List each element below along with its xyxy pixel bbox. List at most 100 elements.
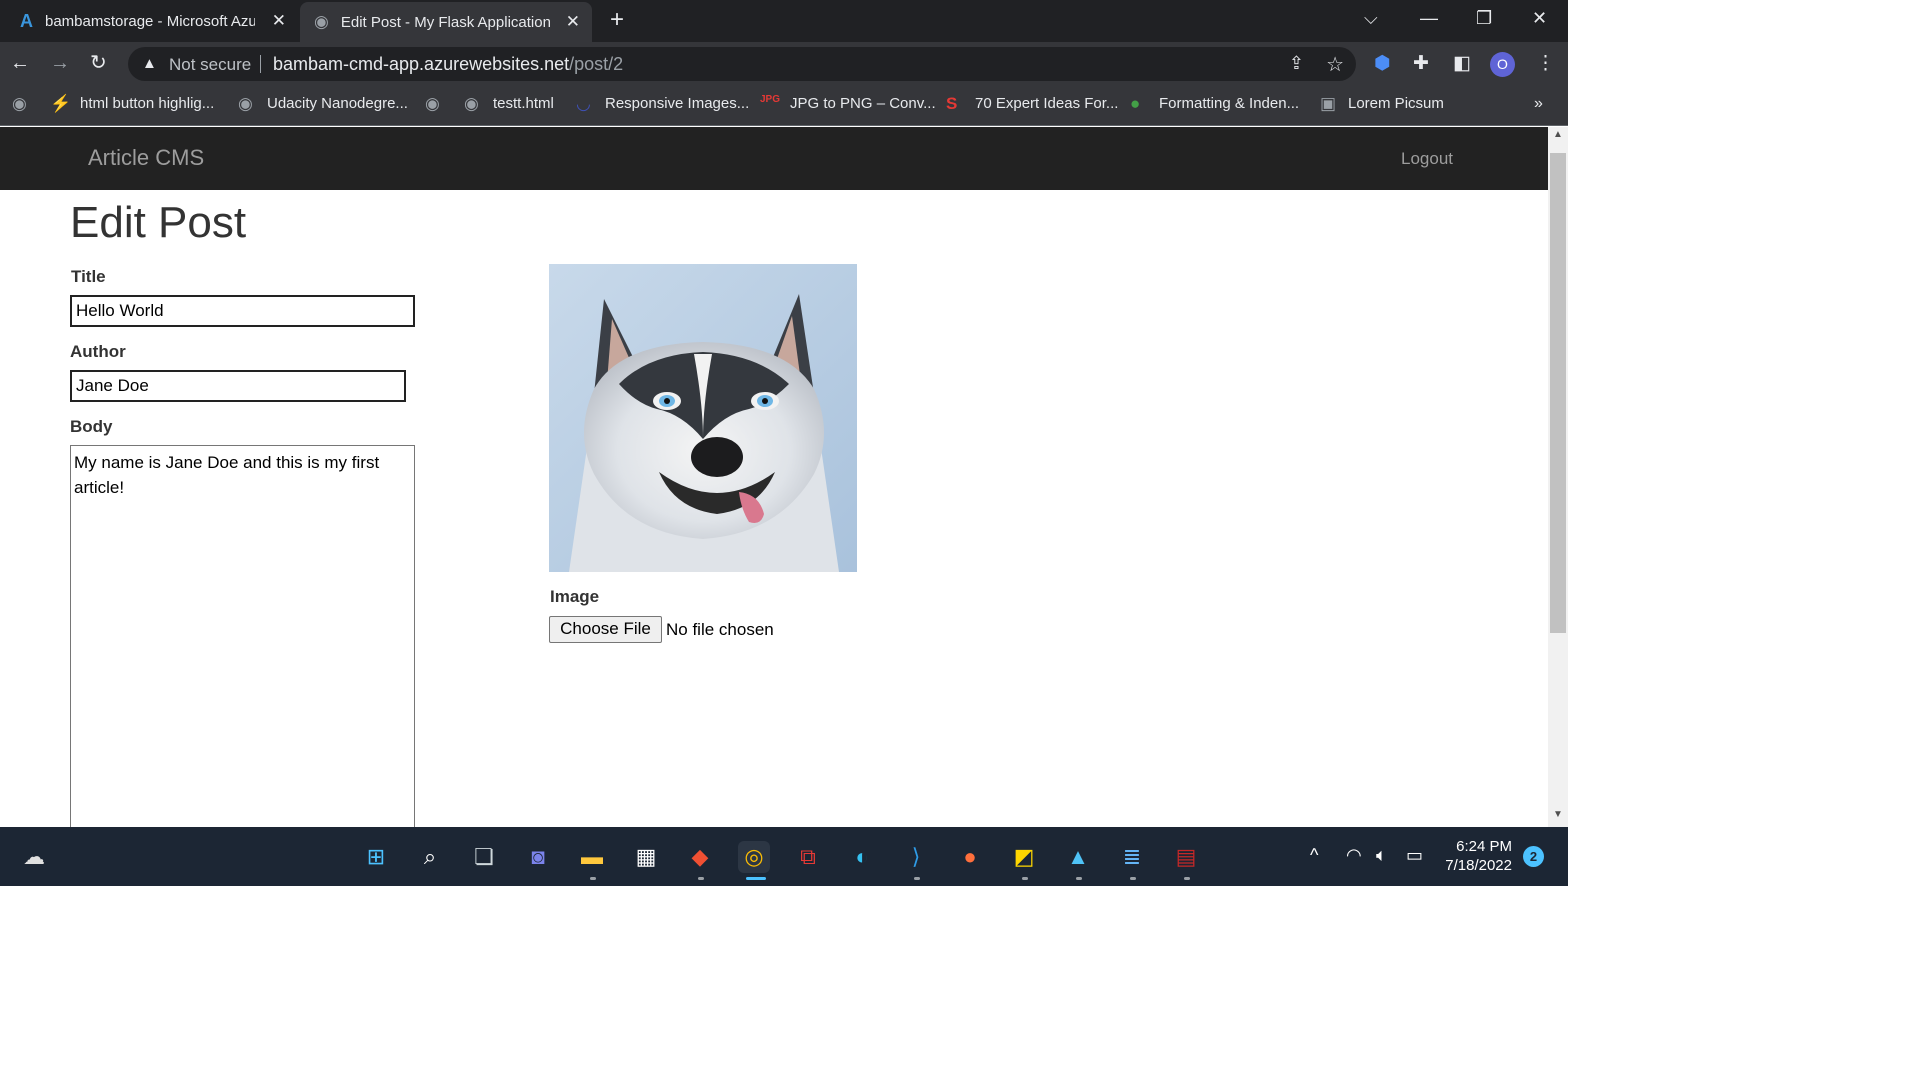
windows-taskbar: ☁ ⊞ ⌕ ❏ ◙ ▬ ▦ ◆ ◎ ⧉ ◐ ⟩ ● ◩ ▲ ≣ ▤ ^ ◠ 🔈︎… <box>0 827 1568 886</box>
battery-icon[interactable]: ▭ <box>1406 845 1423 866</box>
profile-avatar[interactable]: O <box>1490 52 1515 77</box>
globe-icon: ◉ <box>464 94 479 113</box>
bookmark-favicon-icon: ⚡ <box>50 94 72 113</box>
sticky-notes-icon[interactable]: ◩ <box>1008 841 1040 873</box>
tab-search-icon[interactable]: ⌵ <box>1364 8 1378 29</box>
search-icon[interactable]: ⌕ <box>414 841 446 873</box>
running-indicator <box>698 877 704 880</box>
scroll-up-icon[interactable]: ▲ <box>1553 129 1563 140</box>
body-textarea[interactable]: My name is Jane Doe and this is my first… <box>70 445 415 835</box>
close-tab-icon[interactable]: ✕ <box>566 12 580 32</box>
author-input[interactable] <box>70 370 406 402</box>
side-panel-icon[interactable]: ◧ <box>1453 52 1471 75</box>
start-windows-icon[interactable]: ⊞ <box>360 841 392 873</box>
app-navbar: Article CMS Logout <box>0 127 1548 190</box>
restore-button[interactable]: ❐ <box>1476 8 1492 29</box>
share-icon[interactable]: ⇪ <box>1289 53 1304 74</box>
back-button[interactable]: ← <box>10 52 30 74</box>
reload-button[interactable]: ↻ <box>90 52 107 74</box>
tab-title: Edit Post - My Flask Application <box>340 13 551 31</box>
edge-icon[interactable]: ◐ <box>846 841 878 873</box>
choose-file-button[interactable]: Choose File <box>549 616 662 643</box>
scroll-down-icon[interactable]: ▼ <box>1553 809 1563 820</box>
minimize-button[interactable]: — <box>1420 8 1438 29</box>
scroll-thumb[interactable] <box>1550 153 1566 633</box>
bookmark-item[interactable]: html button highlig... <box>80 95 214 112</box>
extensions-puzzle-icon[interactable]: ✚ <box>1413 52 1429 75</box>
title-input[interactable] <box>70 295 415 327</box>
picture-icon: ▣ <box>1320 94 1337 113</box>
running-indicator <box>1076 877 1082 880</box>
title-label: Title <box>71 267 106 286</box>
bookmarks-bar: ◉ ⚡ html button highlig... ◉ Udacity Nan… <box>0 86 1568 126</box>
running-indicator <box>1130 877 1136 880</box>
bookmark-item[interactable]: Lorem Picsum <box>1348 95 1444 112</box>
wifi-icon[interactable]: ◠ <box>1346 845 1362 866</box>
image-label: Image <box>550 587 600 606</box>
url-host: bambam-cmd-app.azurewebsites.net <box>273 54 570 74</box>
browser-toolbar: ← → ↻ ▲ Not secure bambam-cmd-app.azurew… <box>0 42 1568 86</box>
bookmark-item[interactable]: testt.html <box>493 95 554 112</box>
tray-overflow-icon[interactable]: ^ <box>1310 845 1318 866</box>
brand-link[interactable]: Article CMS <box>88 145 204 171</box>
running-indicator <box>590 877 596 880</box>
photos-icon[interactable]: ▲ <box>1062 841 1094 873</box>
bookmarks-overflow[interactable]: » <box>1534 95 1543 113</box>
volume-icon[interactable]: 🔈︎ <box>1376 845 1387 866</box>
address-bar[interactable]: ▲ Not secure bambam-cmd-app.azurewebsite… <box>128 47 1356 81</box>
browser-tab-strip: A bambamstorage - Microsoft Azure ✕ ◉ Ed… <box>0 0 1568 42</box>
udacity-logo-icon: ◡ <box>576 94 591 113</box>
winrar-icon[interactable]: ▤ <box>1170 841 1202 873</box>
running-indicator <box>914 877 920 880</box>
logout-link[interactable]: Logout <box>1401 149 1453 169</box>
bookmark-item[interactable]: JPG to PNG – Conv... <box>790 95 936 112</box>
postman-icon[interactable]: ● <box>954 841 986 873</box>
running-indicator <box>1022 877 1028 880</box>
active-indicator <box>746 877 766 880</box>
clock-time: 6:24 PM <box>1456 838 1512 855</box>
new-tab-button[interactable]: + <box>610 8 624 32</box>
s-logo-icon: S <box>946 94 958 113</box>
url-text[interactable]: bambam-cmd-app.azurewebsites.net/post/2 <box>273 54 623 75</box>
file-status: No file chosen <box>666 620 774 639</box>
warning-icon[interactable]: ▲ <box>142 55 157 72</box>
clock[interactable]: 6:24 PM 7/18/2022 <box>1440 837 1512 875</box>
vscode-icon[interactable]: ⟩ <box>900 841 932 873</box>
page-title: Edit Post <box>70 198 247 247</box>
chat-icon[interactable]: ◙ <box>522 841 554 873</box>
bookmark-item[interactable]: Responsive Images... <box>605 95 749 112</box>
body-label: Body <box>70 417 113 436</box>
forward-button[interactable]: → <box>50 52 70 74</box>
husky-dog-image <box>549 264 857 572</box>
file-explorer-icon[interactable]: ▬ <box>576 841 608 873</box>
extension-shield-icon[interactable]: ⬢ <box>1374 52 1391 75</box>
globe-icon: ◉ <box>238 94 253 113</box>
bookmark-star-icon[interactable]: ☆ <box>1326 52 1344 77</box>
jpg-png-icon: JPG <box>760 94 781 105</box>
bookmark-item[interactable]: Formatting & Inden... <box>1159 95 1299 112</box>
notepad-icon[interactable]: ≣ <box>1116 841 1148 873</box>
earth-icon: ● <box>1130 94 1141 113</box>
git-icon[interactable]: ◆ <box>684 841 716 873</box>
menu-kebab-icon[interactable]: ⋮ <box>1536 52 1555 75</box>
tab-azure[interactable]: A bambamstorage - Microsoft Azure ✕ <box>0 0 298 42</box>
acrobat-icon[interactable]: ⧉ <box>792 841 824 873</box>
weather-cloud-icon[interactable]: ☁ <box>18 841 50 873</box>
azure-logo-icon: A <box>20 10 33 31</box>
globe-icon[interactable]: ◉ <box>12 94 27 114</box>
close-window-button[interactable]: ✕ <box>1532 8 1547 29</box>
chrome-icon[interactable]: ◎ <box>738 841 770 873</box>
bookmark-item[interactable]: Udacity Nanodegre... <box>267 95 408 112</box>
task-view-icon[interactable]: ❏ <box>468 841 500 873</box>
globe-icon[interactable]: ◉ <box>425 94 440 114</box>
notification-badge[interactable]: 2 <box>1523 846 1544 867</box>
url-path: /post/2 <box>569 54 624 74</box>
clock-date: 7/18/2022 <box>1445 857 1512 874</box>
tab-edit-post[interactable]: ◉ Edit Post - My Flask Application ✕ <box>300 2 592 42</box>
running-indicator <box>1184 877 1190 880</box>
security-label[interactable]: Not secure <box>169 55 251 75</box>
page-scrollbar[interactable]: ▲ ▼ <box>1548 127 1568 827</box>
store-icon[interactable]: ▦ <box>630 841 662 873</box>
close-tab-icon[interactable]: ✕ <box>272 11 286 31</box>
bookmark-item[interactable]: 70 Expert Ideas For... <box>975 95 1118 112</box>
